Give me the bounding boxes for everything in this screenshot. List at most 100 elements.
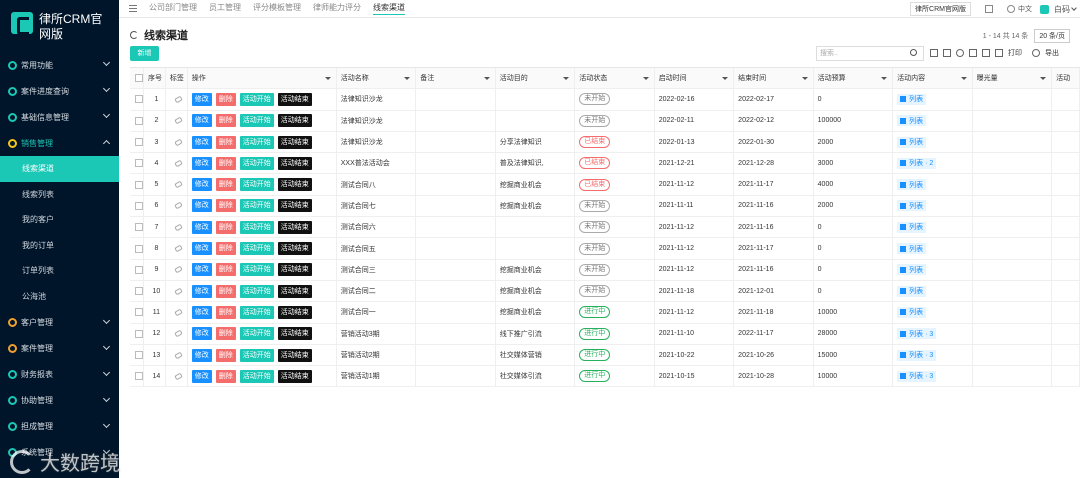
sidebar-menu-star[interactable]: 常用功能 (0, 52, 119, 78)
edit-button[interactable]: 修改 (191, 242, 212, 256)
content-list-link[interactable]: 列表 (897, 115, 927, 127)
start-activity-button[interactable]: 活动开始 (239, 156, 274, 170)
row-checkbox[interactable] (135, 159, 143, 168)
edit-button[interactable]: 修改 (191, 327, 212, 341)
sort-icon[interactable] (960, 77, 967, 80)
content-list-link[interactable]: 列表 · 3 (897, 328, 937, 340)
tag-icon[interactable] (174, 329, 183, 338)
column-header[interactable]: 活动名称 (337, 68, 417, 89)
add-button[interactable]: 新增 (130, 46, 159, 61)
column-header[interactable]: 结束时间 (734, 68, 814, 89)
end-activity-button[interactable]: 活动结束 (277, 156, 312, 170)
sidebar-subitem[interactable]: 公海池 (0, 284, 119, 310)
content-list-link[interactable]: 列表 (897, 200, 927, 212)
site-button[interactable]: 律所CRM官网版 (910, 2, 971, 16)
row-checkbox[interactable] (135, 244, 143, 253)
delete-button[interactable]: 删除 (215, 178, 236, 192)
start-activity-button[interactable]: 活动开始 (239, 220, 274, 234)
delete-button[interactable]: 删除 (215, 156, 236, 170)
column-header[interactable]: 曝光量 (973, 68, 1053, 89)
column-header[interactable]: 活动预算 (814, 68, 894, 89)
edit-button[interactable]: 修改 (191, 135, 212, 149)
start-activity-button[interactable]: 活动开始 (239, 263, 274, 277)
search-icon[interactable] (910, 49, 917, 56)
start-activity-button[interactable]: 活动开始 (239, 348, 274, 362)
select-all-checkbox[interactable] (135, 74, 143, 83)
sidebar-subitem[interactable]: 订单列表 (0, 258, 119, 284)
end-activity-button[interactable]: 活动结束 (277, 220, 312, 234)
end-activity-button[interactable]: 活动结束 (277, 327, 312, 341)
row-checkbox[interactable] (135, 265, 143, 274)
content-list-link[interactable]: 列表 (897, 264, 927, 276)
sidebar-menu-sales[interactable]: 销售管理 (0, 130, 119, 156)
sidebar-menu-customer[interactable]: 客户管理 (0, 310, 119, 336)
delete-button[interactable]: 删除 (215, 135, 236, 149)
edit-button[interactable]: 修改 (191, 199, 212, 213)
tag-icon[interactable] (174, 287, 183, 296)
sidebar-menu-search-circle[interactable]: 案件进度查询 (0, 78, 119, 104)
content-list-link[interactable]: 列表 · 3 (897, 370, 937, 382)
language-switch[interactable]: 中文 (1018, 4, 1032, 14)
row-checkbox[interactable] (135, 351, 143, 359)
user-name[interactable]: 白码 (1054, 4, 1070, 15)
edit-button[interactable]: 修改 (191, 263, 212, 277)
column-icon[interactable] (943, 49, 951, 57)
export-button[interactable]: 导出 (1045, 48, 1059, 58)
chevron-down-icon[interactable] (1071, 5, 1077, 11)
refresh-icon[interactable] (130, 31, 138, 39)
content-list-link[interactable]: 列表 (897, 221, 927, 233)
sort-icon[interactable] (881, 77, 888, 80)
delete-button[interactable]: 删除 (215, 327, 236, 341)
tag-icon[interactable] (174, 223, 183, 232)
row-checkbox[interactable] (135, 116, 143, 125)
row-checkbox[interactable] (135, 180, 143, 189)
edit-button[interactable]: 修改 (191, 92, 212, 106)
tag-icon[interactable] (174, 159, 183, 168)
content-list-link[interactable]: 列表 (897, 179, 927, 191)
content-list-link[interactable]: 列表 (897, 243, 927, 255)
row-checkbox[interactable] (135, 223, 143, 232)
start-activity-button[interactable]: 活动开始 (239, 284, 274, 298)
delete-button[interactable]: 删除 (215, 242, 236, 256)
column-header[interactable]: 活动目的 (496, 68, 576, 89)
column-header[interactable]: 操作 (188, 68, 337, 89)
tag-icon[interactable] (174, 308, 183, 317)
content-list-link[interactable]: 列表 (897, 306, 927, 318)
sidebar-menu-share[interactable]: 担成管理 (0, 414, 119, 440)
tab[interactable]: 线索渠道 (373, 2, 405, 15)
start-activity-button[interactable]: 活动开始 (239, 369, 274, 383)
start-activity-button[interactable]: 活动开始 (239, 178, 274, 192)
row-checkbox[interactable] (135, 138, 143, 147)
sidebar-subitem[interactable]: 线索渠道 (0, 156, 119, 182)
tag-icon[interactable] (174, 265, 183, 274)
row-checkbox[interactable] (135, 95, 143, 104)
fullscreen-icon[interactable] (985, 5, 993, 13)
row-checkbox[interactable] (135, 201, 143, 210)
sidebar-menu-assist[interactable]: 协助管理 (0, 388, 119, 414)
edit-button[interactable]: 修改 (191, 178, 212, 192)
start-activity-button[interactable]: 活动开始 (239, 135, 274, 149)
edit-button[interactable]: 修改 (191, 284, 212, 298)
column-header[interactable]: 启动时间 (655, 68, 735, 89)
delete-button[interactable]: 删除 (215, 263, 236, 277)
delete-button[interactable]: 删除 (215, 348, 236, 362)
edit-button[interactable]: 修改 (191, 156, 212, 170)
edit-button[interactable]: 修改 (191, 220, 212, 234)
globe-icon[interactable] (1007, 5, 1015, 13)
row-checkbox[interactable] (135, 329, 143, 338)
page-size-select[interactable]: 20 条/页 (1034, 29, 1070, 43)
tag-icon[interactable] (174, 116, 183, 125)
start-activity-button[interactable]: 活动开始 (239, 305, 274, 319)
end-activity-button[interactable]: 活动结束 (277, 135, 312, 149)
delete-button[interactable]: 删除 (215, 114, 236, 128)
start-activity-button[interactable]: 活动开始 (239, 92, 274, 106)
sort-icon[interactable] (642, 77, 649, 80)
sort-icon[interactable] (563, 77, 570, 80)
tag-icon[interactable] (174, 180, 183, 189)
end-activity-button[interactable]: 活动结束 (277, 305, 312, 319)
end-activity-button[interactable]: 活动结束 (277, 263, 312, 277)
sidebar-subitem[interactable]: 我的客户 (0, 207, 119, 233)
column-header[interactable]: 备注 (416, 68, 496, 89)
list-icon[interactable] (982, 49, 990, 57)
edit-button[interactable]: 修改 (191, 369, 212, 383)
